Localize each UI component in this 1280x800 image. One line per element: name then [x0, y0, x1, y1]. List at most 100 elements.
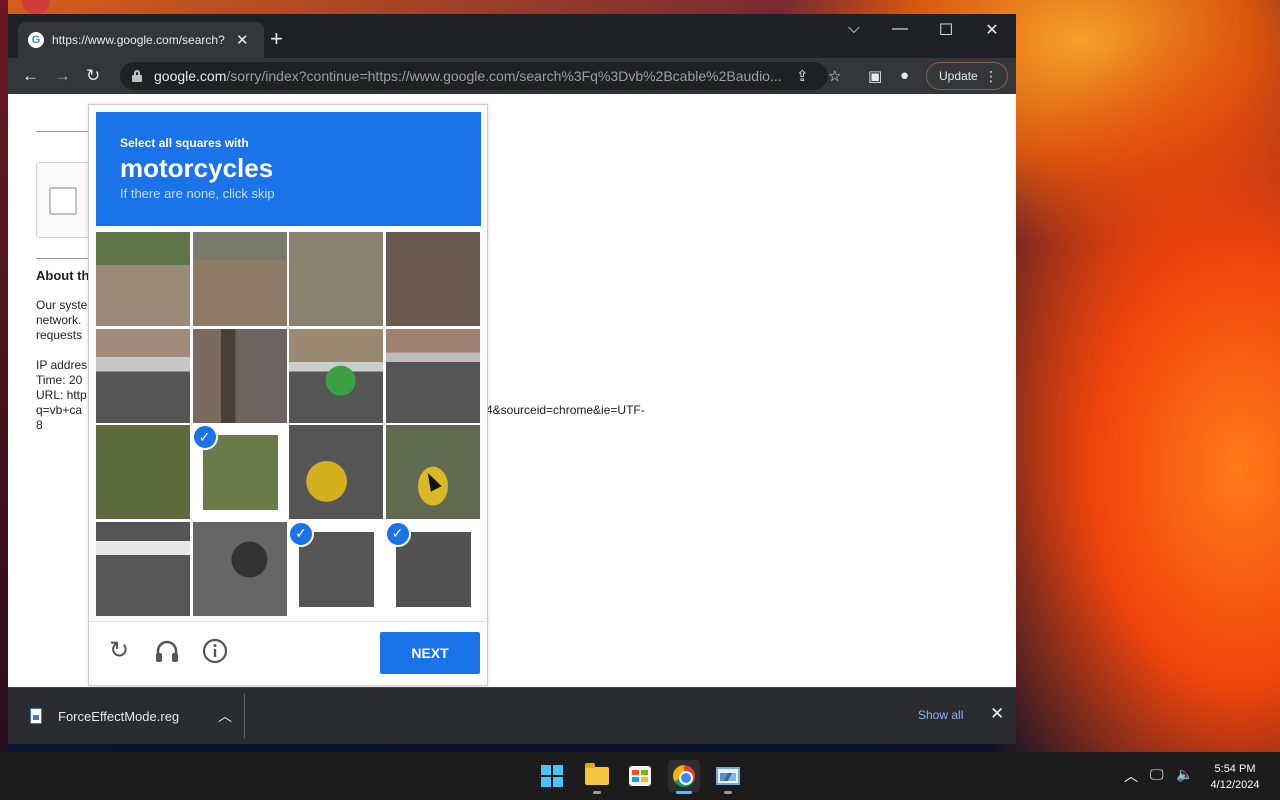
clock-time: 5:54 PM: [1214, 763, 1256, 775]
challenge-header: Select all squares with motorcycles If t…: [96, 112, 481, 226]
forward-button[interactable]: →: [54, 66, 71, 86]
url-host: google.com: [154, 68, 227, 84]
captcha-tile[interactable]: ✓: [289, 521, 383, 616]
google-favicon-icon: G: [28, 32, 44, 48]
side-panel-icon[interactable]: ▣: [868, 67, 882, 85]
maximize-button[interactable]: ☐: [934, 20, 958, 40]
taskbar: ︿ 🖵 🔈 5:54 PM 4/12/2024: [0, 752, 1280, 800]
clock-date: 4/12/2024: [1210, 779, 1260, 791]
captcha-tile[interactable]: [289, 232, 383, 326]
audio-challenge-icon[interactable]: [153, 637, 181, 665]
reload-challenge-icon[interactable]: ↻: [105, 637, 133, 665]
tile-image: [289, 425, 383, 519]
close-window-button[interactable]: ✕: [980, 20, 1004, 40]
url-end-line: 8: [36, 418, 43, 432]
divider: [36, 258, 96, 259]
profile-icon[interactable]: ●: [900, 67, 909, 84]
tab-title: https://www.google.com/search?: [52, 33, 225, 47]
captcha-tile[interactable]: ✓: [385, 521, 480, 616]
tile-image: [96, 425, 190, 519]
captcha-tile[interactable]: [289, 425, 383, 519]
tile-image: [96, 328, 190, 423]
desktop-icon-partial: [22, 0, 50, 14]
captcha-tile[interactable]: [385, 232, 480, 326]
tile-image: [289, 232, 383, 326]
chevron-up-icon[interactable]: ︿: [1124, 766, 1138, 786]
divider: [36, 131, 96, 132]
reg-file-icon: [30, 708, 42, 724]
tab-google-search[interactable]: G https://www.google.com/search? ✕: [18, 22, 264, 58]
reload-button[interactable]: ↻: [86, 66, 100, 86]
captcha-tile[interactable]: [192, 328, 287, 423]
taskbar-file-explorer[interactable]: [581, 760, 613, 794]
tile-image: [192, 328, 287, 423]
update-button[interactable]: Update ⋮: [926, 62, 1008, 90]
desktop-wallpaper-edge: [0, 0, 8, 750]
challenge-instruction: Select all squares with: [120, 136, 249, 150]
recaptcha-challenge: Select all squares with motorcycles If t…: [88, 104, 489, 686]
store-icon: [629, 766, 651, 786]
checkmark-icon: ✓: [289, 521, 314, 547]
folder-icon: [585, 763, 609, 785]
address-bar[interactable]: google.com /sorry/index?continue=https:/…: [120, 62, 828, 90]
captcha-tile[interactable]: [289, 328, 383, 423]
tile-image: [192, 232, 287, 326]
tile-image: [385, 232, 480, 326]
running-indicator: [724, 791, 732, 794]
share-icon[interactable]: ⇪: [796, 67, 809, 85]
captcha-tile[interactable]: [96, 521, 190, 616]
tab-search-chevron-icon[interactable]: ⌵: [842, 20, 866, 38]
captcha-tile[interactable]: [192, 232, 287, 326]
tile-image: [96, 521, 190, 616]
tile-image: [192, 521, 287, 616]
bookmark-star-icon[interactable]: ☆: [828, 67, 841, 85]
download-file-name: ForceEffectMode.reg: [58, 708, 180, 724]
image-viewer-icon: [716, 767, 740, 785]
back-button[interactable]: ←: [22, 66, 39, 86]
menu-dots-icon[interactable]: ⋮: [984, 68, 998, 85]
challenge-subtext: If there are none, click skip: [120, 186, 275, 201]
browser-toolbar: ← → ↻ google.com /sorry/index?continue=h…: [8, 58, 1016, 94]
url-path: /sorry/index?continue=https://www.google…: [226, 68, 782, 84]
info-icon[interactable]: [201, 637, 229, 665]
volume-muted-icon[interactable]: 🔈: [1176, 766, 1193, 783]
image-grid: ✓ ✓ ✓: [96, 232, 480, 616]
active-indicator: [676, 791, 692, 794]
browser-window: G https://www.google.com/search? ✕ + ⌵ —…: [8, 14, 1016, 744]
url-query-line: q=vb+ca: [36, 403, 83, 417]
captcha-tile[interactable]: [96, 232, 190, 326]
captcha-tile[interactable]: [192, 521, 287, 616]
start-button[interactable]: [536, 760, 568, 792]
ip-address-line: IP addres: [36, 358, 88, 372]
captcha-tile[interactable]: [96, 328, 190, 423]
checkmark-icon: ✓: [385, 521, 411, 547]
tile-image: [96, 232, 190, 326]
taskbar-store[interactable]: [624, 760, 656, 792]
network-icon[interactable]: 🖵: [1150, 766, 1164, 783]
minimize-button[interactable]: —: [888, 20, 912, 38]
captcha-tile[interactable]: [96, 425, 190, 519]
tab-strip: G https://www.google.com/search? ✕ + ⌵ —…: [8, 14, 1016, 58]
system-clock[interactable]: 5:54 PM 4/12/2024: [1200, 761, 1270, 793]
page-content: About th Our syste network. requests IP …: [8, 94, 1016, 687]
chevron-up-icon[interactable]: ︿: [218, 706, 232, 726]
url-tail-text: 4&sourceid=chrome&ie=UTF-: [486, 403, 645, 417]
next-button[interactable]: NEXT: [380, 632, 480, 674]
tile-image: [385, 328, 480, 423]
download-shelf: ForceEffectMode.reg ︿ Show all ✕: [8, 687, 1016, 744]
taskbar-chrome[interactable]: [668, 760, 700, 794]
taskbar-photos[interactable]: [712, 760, 744, 794]
new-tab-button[interactable]: +: [270, 28, 283, 50]
captcha-tile[interactable]: [385, 328, 480, 423]
captcha-tile[interactable]: ✓: [192, 425, 287, 519]
about-heading: About th: [36, 268, 90, 283]
close-shelf-icon[interactable]: ✕: [990, 704, 1004, 724]
show-all-link[interactable]: Show all: [918, 708, 963, 722]
recaptcha-checkbox[interactable]: [49, 187, 77, 215]
lock-icon[interactable]: [132, 70, 142, 82]
tile-image: [289, 328, 383, 423]
download-item[interactable]: ForceEffectMode.reg ︿: [18, 694, 244, 738]
running-indicator: [593, 791, 601, 794]
page-text-line: Our syste: [36, 298, 88, 312]
tab-close-icon[interactable]: ✕: [236, 31, 249, 49]
